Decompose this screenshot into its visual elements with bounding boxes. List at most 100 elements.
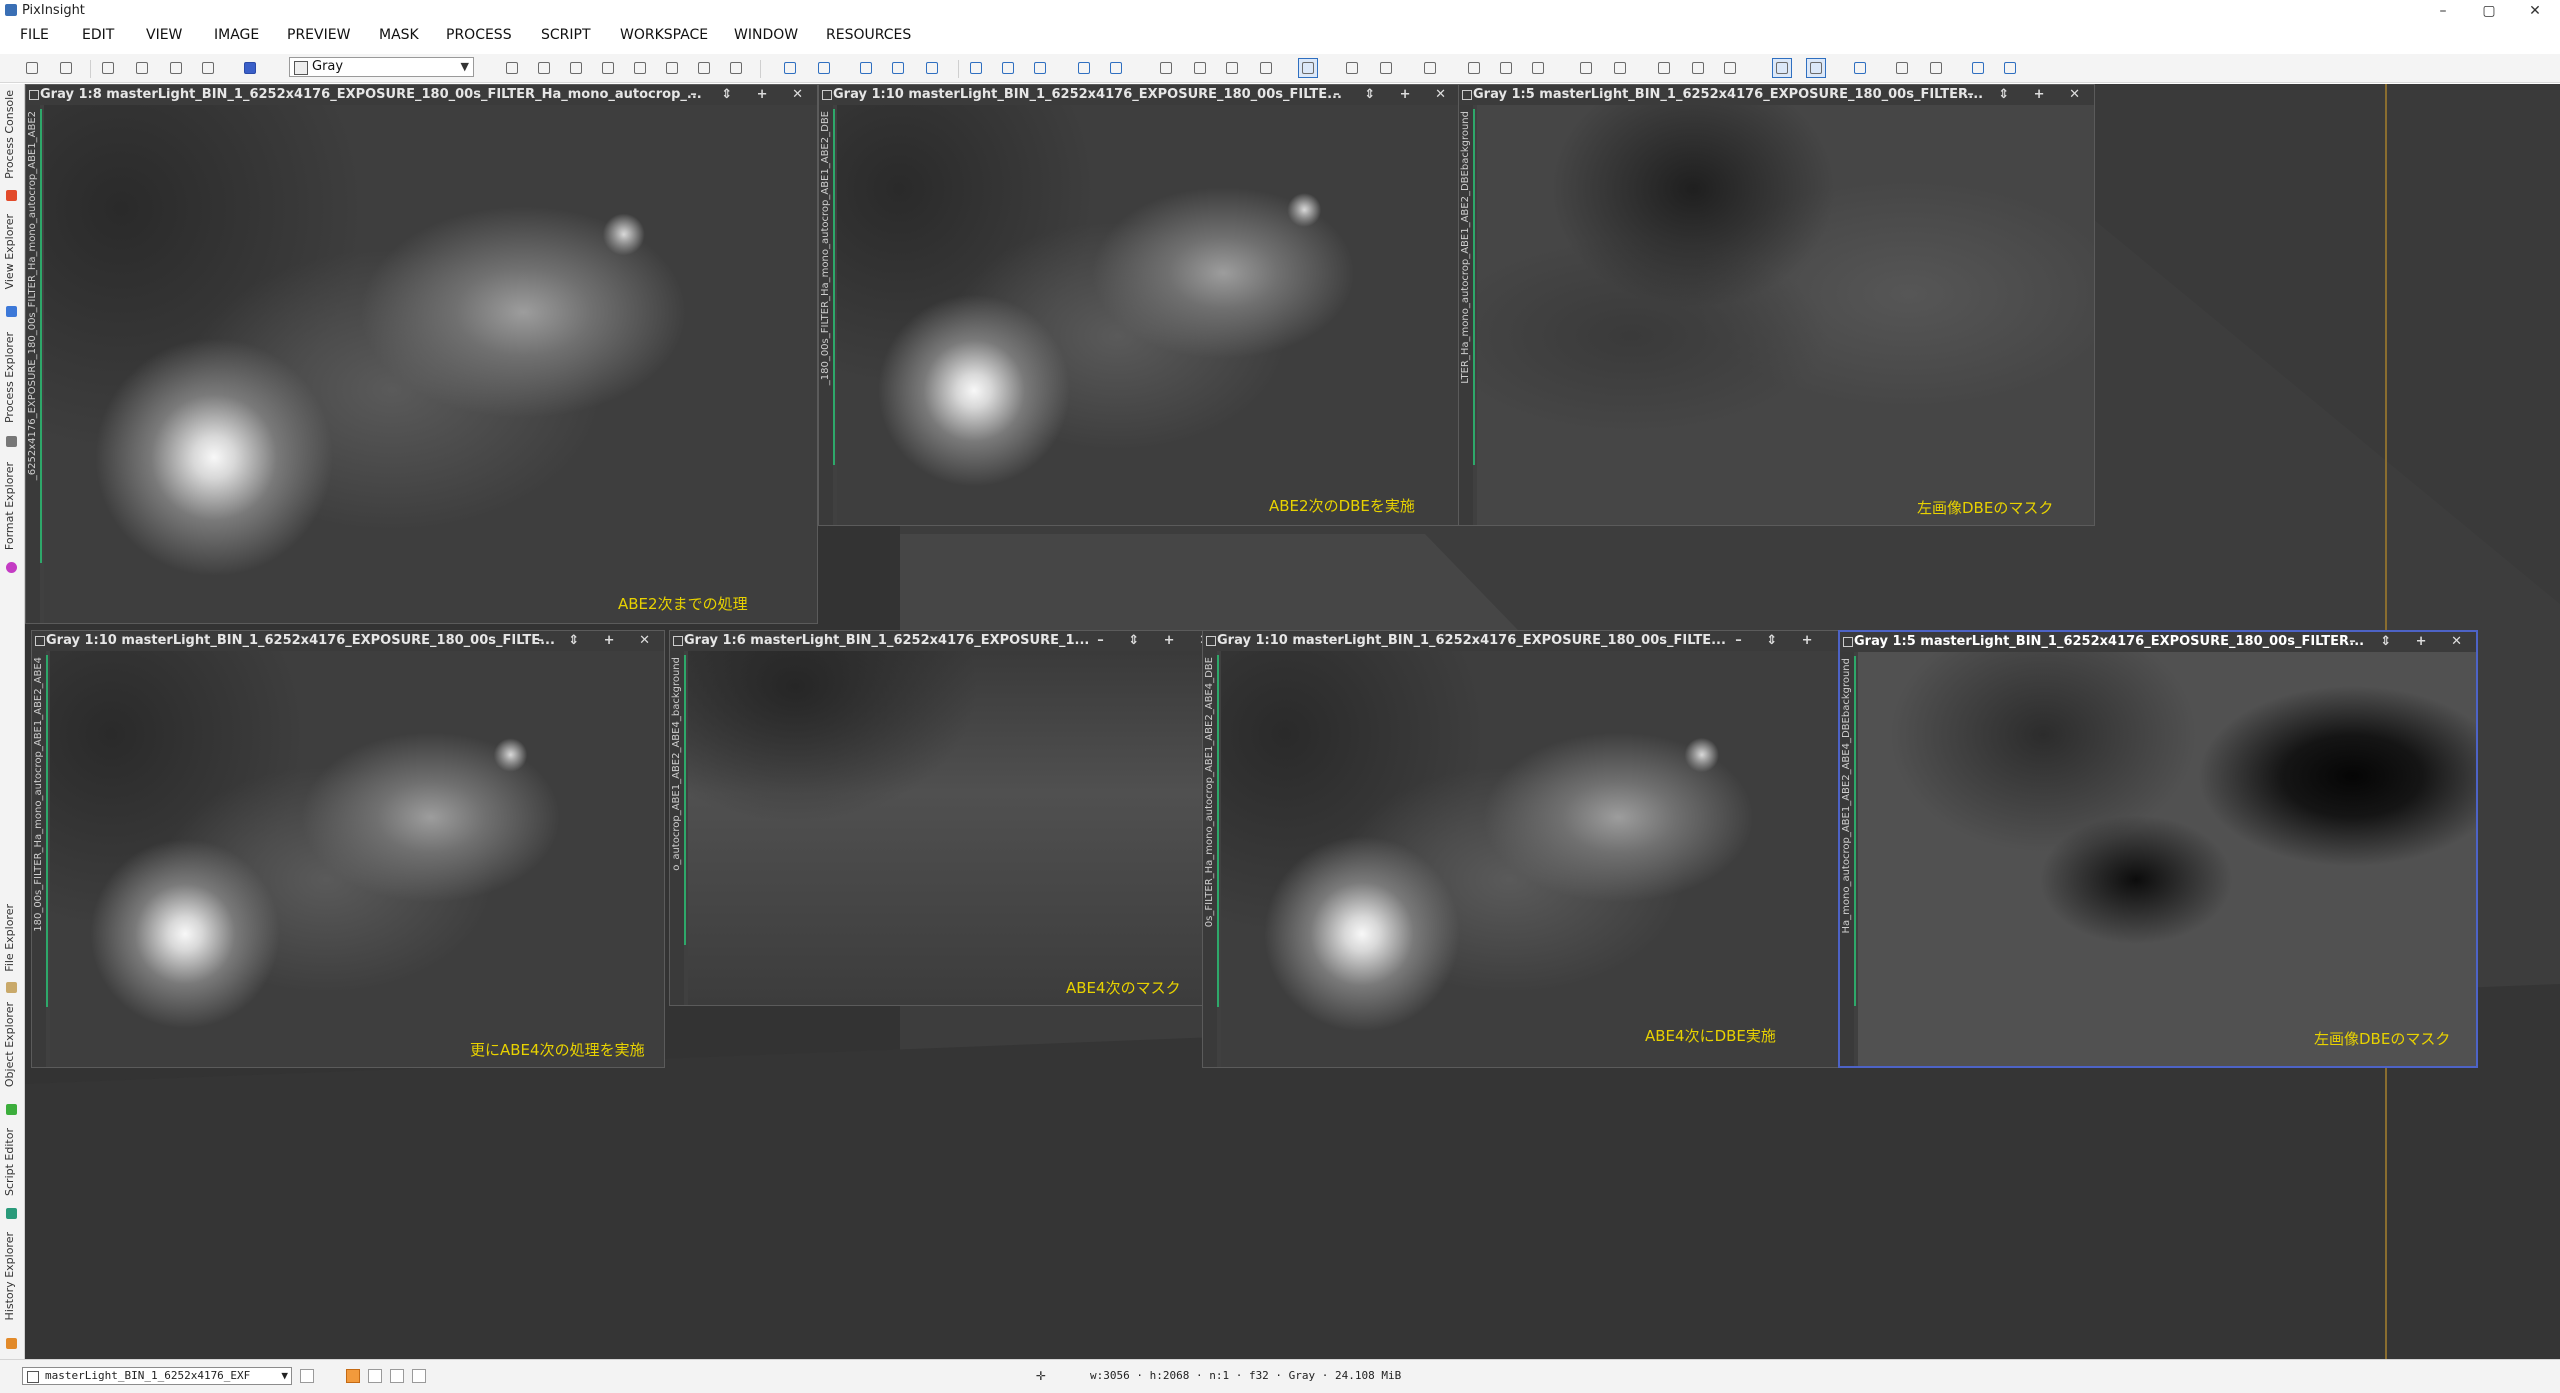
pan-mode-icon[interactable] — [598, 58, 618, 78]
select-region-icon[interactable] — [966, 58, 986, 78]
dock-tab-object-explorer[interactable]: Object Explorer — [3, 1002, 21, 1087]
image-window-titlebar[interactable]: Gray 1:5 masterLight_BIN_1_6252x4176_EXP… — [1840, 632, 2476, 652]
window-menu-icon[interactable] — [822, 90, 832, 100]
menu-preview[interactable]: PREVIEW — [287, 27, 350, 43]
save-as-icon[interactable] — [198, 58, 218, 78]
cascade-icon[interactable] — [1106, 58, 1126, 78]
zoom-in-icon[interactable] — [780, 58, 800, 78]
color-swatch-2[interactable] — [390, 1369, 404, 1383]
monitor-settings-icon[interactable] — [2000, 58, 2020, 78]
image-window-titlebar[interactable]: Gray 1:5 masterLight_BIN_1_6252x4176_EXP… — [1459, 85, 2094, 105]
dock-tab-view-explorer[interactable]: View Explorer — [3, 214, 21, 289]
menu-script[interactable]: SCRIPT — [541, 27, 591, 43]
image-window-7[interactable]: Gray 1:5 masterLight_BIN_1_6252x4176_EXP… — [1838, 630, 2478, 1068]
reset-icon[interactable] — [132, 58, 152, 78]
color-swatch-3[interactable] — [412, 1369, 426, 1383]
color-space-select[interactable]: Gray ▼ — [289, 57, 474, 77]
monitor-icon[interactable] — [1968, 58, 1988, 78]
menu-workspace[interactable]: WORKSPACE — [620, 27, 708, 43]
workspace-icon[interactable] — [1850, 58, 1870, 78]
window-menu-icon[interactable] — [1462, 90, 1472, 100]
open-icon[interactable] — [98, 58, 118, 78]
zoom-1-2-icon[interactable] — [888, 58, 908, 78]
image-window-3[interactable]: Gray 1:5 masterLight_BIN_1_6252x4176_EXP… — [1458, 84, 2095, 526]
menu-file[interactable]: FILE — [20, 27, 49, 43]
mask-invert-icon[interactable] — [1256, 58, 1276, 78]
close-all-icon[interactable] — [1892, 58, 1912, 78]
zoom-fit-icon[interactable] — [922, 58, 942, 78]
crop-icon[interactable] — [998, 58, 1018, 78]
redo-icon[interactable] — [56, 58, 76, 78]
dock-tab-file-explorer[interactable]: File Explorer — [3, 904, 21, 972]
view-select[interactable]: masterLight_BIN_1_6252x4176_EXF ▼ — [22, 1367, 292, 1385]
center-view-icon[interactable] — [630, 58, 650, 78]
stf-icon[interactable] — [1342, 58, 1362, 78]
image-window-titlebar[interactable]: Gray 1:10 masterLight_BIN_1_6252x4176_EX… — [819, 85, 1460, 105]
mask-select-icon[interactable] — [1190, 58, 1210, 78]
window-buttons[interactable]: – ⇕ + ✕ — [1333, 85, 1456, 105]
tile-icon[interactable] — [1074, 58, 1094, 78]
image-window-1[interactable]: Gray 1:8 masterLight_BIN_1_6252x4176_EXP… — [25, 84, 818, 624]
menu-view[interactable]: VIEW — [146, 27, 182, 43]
process-a-icon[interactable] — [1654, 58, 1674, 78]
image-canvas[interactable]: 左画像DBEのマスク — [1858, 652, 2476, 1066]
zoom-1-1-icon[interactable] — [856, 58, 876, 78]
mask-show-icon[interactable] — [1298, 58, 1318, 78]
mask-remove-icon[interactable] — [1222, 58, 1242, 78]
window-menu-icon[interactable] — [673, 636, 683, 646]
window-menu-icon[interactable] — [29, 90, 39, 100]
window-menu-icon[interactable] — [1206, 636, 1216, 646]
fit-view-icon[interactable] — [534, 58, 554, 78]
image-canvas[interactable]: 更にABE4次の処理を実施 — [50, 651, 664, 1067]
channel-r-icon[interactable] — [1464, 58, 1484, 78]
image-canvas[interactable]: ABE4次にDBE実施 — [1221, 651, 1862, 1067]
pointer-icon[interactable] — [726, 58, 746, 78]
image-icon[interactable] — [240, 58, 260, 78]
image-window-titlebar[interactable]: Gray 1:10 masterLight_BIN_1_6252x4176_EX… — [1203, 631, 1862, 651]
menu-resources[interactable]: RESOURCES — [826, 27, 911, 43]
image-window-6[interactable]: Gray 1:10 masterLight_BIN_1_6252x4176_EX… — [1202, 630, 1863, 1068]
menu-mask[interactable]: MASK — [379, 27, 419, 43]
process-b-icon[interactable] — [1688, 58, 1708, 78]
preview-icon[interactable] — [662, 58, 682, 78]
edit-preview-icon[interactable] — [694, 58, 714, 78]
image-canvas[interactable]: 左画像DBEのマスク — [1477, 105, 2094, 525]
layout-right-icon[interactable] — [1610, 58, 1630, 78]
stf-auto-icon[interactable] — [1376, 58, 1396, 78]
color-swatch-orange[interactable] — [346, 1369, 360, 1383]
menu-window[interactable]: WINDOW — [734, 27, 798, 43]
image-window-titlebar[interactable]: Gray 1:10 masterLight_BIN_1_6252x4176_EX… — [32, 631, 664, 651]
stf-reset-icon[interactable] — [1420, 58, 1440, 78]
frame-icon[interactable] — [1030, 58, 1050, 78]
zoom-out-icon[interactable] — [814, 58, 834, 78]
mask-new-icon[interactable] — [1156, 58, 1176, 78]
image-window-titlebar[interactable]: Gray 1:6 masterLight_BIN_1_6252x4176_EXP… — [670, 631, 1224, 651]
window-menu-icon[interactable] — [35, 636, 45, 646]
menu-process[interactable]: PROCESS — [446, 27, 512, 43]
minimize-button[interactable]: – — [2420, 0, 2466, 22]
undo-icon[interactable] — [22, 58, 42, 78]
readout-mode-icon[interactable] — [502, 58, 522, 78]
dock-tab-script-editor[interactable]: Script Editor — [3, 1128, 21, 1196]
image-canvas[interactable]: ABE2次までの処理 — [44, 105, 817, 623]
display-mode-icon[interactable] — [1806, 58, 1826, 78]
close-button[interactable]: ✕ — [2512, 0, 2558, 22]
image-canvas[interactable]: ABE4次のマスク — [688, 651, 1224, 1005]
image-window-2[interactable]: Gray 1:10 masterLight_BIN_1_6252x4176_EX… — [818, 84, 1461, 526]
image-window-titlebar[interactable]: Gray 1:8 masterLight_BIN_1_6252x4176_EXP… — [26, 85, 817, 105]
process-c-icon[interactable] — [1720, 58, 1740, 78]
image-window-5[interactable]: Gray 1:6 masterLight_BIN_1_6252x4176_EXP… — [669, 630, 1225, 1006]
dock-tab-format-explorer[interactable]: Format Explorer — [3, 462, 21, 550]
menu-edit[interactable]: EDIT — [82, 27, 114, 43]
maximize-button[interactable]: ▢ — [2466, 0, 2512, 22]
layout-left-icon[interactable] — [1576, 58, 1596, 78]
display-icon[interactable] — [1772, 58, 1792, 78]
color-swatch-1[interactable] — [368, 1369, 382, 1383]
image-canvas[interactable]: ABE2次のDBEを実施 — [837, 105, 1460, 525]
view-toggle-icon[interactable] — [300, 1369, 314, 1383]
window-buttons[interactable]: – ⇕ + ✕ — [537, 631, 660, 651]
window-buttons[interactable]: – ⇕ + ✕ — [690, 85, 813, 105]
close-other-icon[interactable] — [1926, 58, 1946, 78]
window-buttons[interactable]: – ⇕ + ✕ — [2349, 632, 2472, 652]
zoom-to-fit-icon[interactable] — [566, 58, 586, 78]
